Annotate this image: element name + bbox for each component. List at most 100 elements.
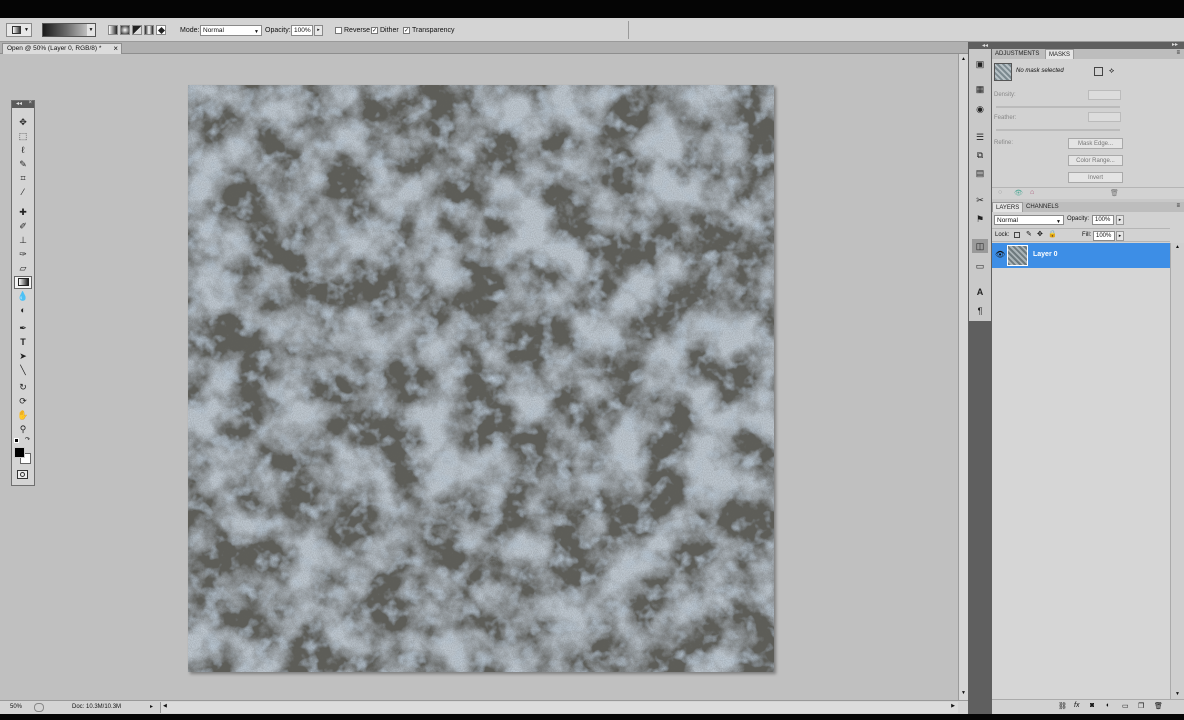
- document-tab[interactable]: Open @ 50% (Layer 0, RGB/8) * ×: [2, 43, 122, 54]
- new-layer-icon[interactable]: ❐: [1138, 702, 1144, 710]
- hand-tool-icon[interactable]: ✋: [14, 409, 32, 422]
- dither-checkbox[interactable]: ✓: [371, 27, 378, 34]
- eraser-tool-icon[interactable]: ▱: [14, 262, 32, 275]
- scroll-up-icon[interactable]: ▲: [961, 56, 966, 62]
- panel-menu-icon[interactable]: ≡: [1176, 203, 1180, 209]
- 3d-rotate-tool-icon[interactable]: ↻: [14, 381, 32, 394]
- tool-preset-picker[interactable]: ▼: [6, 23, 32, 37]
- collapse-icon[interactable]: ▸▸: [1172, 41, 1178, 48]
- pixel-mask-icon[interactable]: [1094, 67, 1103, 76]
- quick-select-tool-icon[interactable]: ✎: [14, 158, 32, 171]
- brush-tool-icon[interactable]: ✐: [14, 220, 32, 233]
- tab-layers[interactable]: LAYERS: [992, 202, 1024, 212]
- layers-scrollbar[interactable]: ▲ ▼: [1170, 243, 1184, 699]
- lock-all-icon[interactable]: 🔒: [1048, 230, 1057, 238]
- reverse-checkbox[interactable]: [335, 27, 342, 34]
- default-colors-icon[interactable]: [14, 438, 19, 443]
- status-info-icon[interactable]: [34, 703, 44, 712]
- collapse-icon[interactable]: ◂◂: [982, 42, 988, 49]
- load-selection-icon[interactable]: ○: [998, 189, 1002, 196]
- info-panel-icon[interactable]: ▤: [972, 166, 988, 180]
- layer-opacity-slider-button[interactable]: ▸: [1116, 215, 1124, 225]
- transparency-checkbox[interactable]: ✓: [403, 27, 410, 34]
- line-tool-icon[interactable]: ╲: [14, 364, 32, 377]
- history-brush-tool-icon[interactable]: ✑: [14, 248, 32, 261]
- brushes-panel-icon[interactable]: ✂: [972, 193, 988, 207]
- disable-mask-icon[interactable]: ⌂: [1030, 189, 1034, 196]
- layers-panel-icon[interactable]: ◫: [972, 239, 988, 253]
- horizontal-scrollbar[interactable]: ◀ ▶: [160, 702, 958, 713]
- linear-gradient-button[interactable]: [108, 25, 118, 35]
- status-menu-arrow-icon[interactable]: ▸: [150, 703, 153, 710]
- density-field[interactable]: [1088, 90, 1121, 100]
- angle-gradient-button[interactable]: [132, 25, 142, 35]
- density-slider[interactable]: [996, 106, 1120, 108]
- scroll-up-icon[interactable]: ▲: [1175, 244, 1180, 250]
- vector-mask-icon[interactable]: ⟡: [1109, 66, 1114, 76]
- diamond-gradient-button[interactable]: [156, 25, 166, 35]
- pen-tool-icon[interactable]: ✒: [14, 322, 32, 335]
- scroll-down-icon[interactable]: ▼: [961, 690, 966, 696]
- clone-stamp-tool-icon[interactable]: ⊥: [14, 234, 32, 247]
- zoom-tool-icon[interactable]: ⚲: [14, 423, 32, 436]
- delete-mask-icon[interactable]: 🗑: [1110, 189, 1119, 197]
- gradient-picker[interactable]: ▼: [42, 23, 96, 37]
- quick-mask-icon[interactable]: [17, 470, 28, 479]
- radial-gradient-button[interactable]: [120, 25, 130, 35]
- healing-brush-tool-icon[interactable]: ✚: [14, 206, 32, 219]
- vertical-scrollbar[interactable]: ▲ ▼: [958, 54, 968, 700]
- mask-edge-button[interactable]: Mask Edge...: [1068, 138, 1123, 149]
- path-select-tool-icon[interactable]: ➤: [14, 350, 32, 363]
- fill-slider-button[interactable]: ▸: [1116, 231, 1124, 241]
- add-mask-icon[interactable]: ◙: [1090, 702, 1094, 709]
- move-tool-icon[interactable]: ✥: [14, 116, 32, 129]
- 3d-orbit-tool-icon[interactable]: ⟳: [14, 395, 32, 408]
- tab-adjustments[interactable]: ADJUSTMENTS: [992, 49, 1042, 59]
- lock-transparency-icon[interactable]: [1014, 232, 1020, 238]
- clone-source-panel-icon[interactable]: ⚑: [972, 212, 988, 226]
- scroll-down-icon[interactable]: ▼: [1175, 691, 1180, 697]
- layer-style-icon[interactable]: fx: [1074, 702, 1079, 709]
- eye-icon[interactable]: 👁: [995, 250, 1005, 259]
- eyedropper-tool-icon[interactable]: ⁄: [14, 186, 32, 199]
- opacity-input[interactable]: 100%: [291, 25, 313, 36]
- document-image[interactable]: [188, 85, 774, 672]
- scroll-right-icon[interactable]: ▶: [951, 703, 955, 709]
- character-panel-icon[interactable]: A: [972, 285, 988, 299]
- tab-masks[interactable]: MASKS: [1045, 49, 1075, 59]
- feather-field[interactable]: [1088, 112, 1121, 122]
- foreground-color-swatch[interactable]: [14, 447, 25, 458]
- crop-tool-icon[interactable]: ⌗: [14, 172, 32, 185]
- swap-colors-icon[interactable]: ↷: [25, 436, 30, 443]
- tab-channels[interactable]: CHANNELS: [1023, 202, 1062, 212]
- reflected-gradient-button[interactable]: [144, 25, 154, 35]
- close-tab-button[interactable]: ×: [113, 44, 118, 54]
- close-icon[interactable]: ×: [28, 100, 32, 106]
- adjustment-layer-icon[interactable]: ◐: [1106, 702, 1110, 709]
- panel-menu-icon[interactable]: ≡: [1176, 50, 1180, 56]
- collapse-icon[interactable]: ◂◂: [16, 100, 22, 107]
- mask-thumbnail[interactable]: [994, 63, 1012, 81]
- delete-layer-icon[interactable]: 🗑: [1154, 702, 1163, 710]
- dodge-tool-icon[interactable]: ◐: [14, 304, 32, 317]
- swatches-panel-icon[interactable]: ▦: [972, 82, 988, 96]
- gradient-tool-icon[interactable]: [14, 276, 32, 289]
- color-range-button[interactable]: Color Range...: [1068, 155, 1123, 166]
- zoom-level[interactable]: 50%: [10, 704, 22, 710]
- channels-panel-icon[interactable]: ▭: [972, 259, 988, 273]
- layer-name[interactable]: Layer 0: [1033, 251, 1058, 258]
- feather-slider[interactable]: [996, 129, 1120, 131]
- adjustments-panel-icon[interactable]: ☰: [972, 130, 988, 144]
- link-layers-icon[interactable]: ⛓: [1058, 702, 1067, 710]
- lock-position-icon[interactable]: ✥: [1037, 230, 1043, 238]
- paragraph-panel-icon[interactable]: ¶: [972, 304, 988, 318]
- masks-panel-icon[interactable]: ⧉: [972, 148, 988, 162]
- tools-panel-header[interactable]: ◂◂ ×: [12, 100, 34, 108]
- mode-select[interactable]: Normal ▼: [200, 25, 262, 36]
- scroll-left-icon[interactable]: ◀: [163, 703, 167, 709]
- opacity-slider-button[interactable]: ▸: [314, 25, 323, 36]
- type-tool-icon[interactable]: T: [14, 336, 32, 349]
- blend-mode-select[interactable]: Normal ▼: [994, 215, 1064, 225]
- apply-mask-icon[interactable]: 👁: [1014, 189, 1023, 197]
- styles-panel-icon[interactable]: ◉: [972, 102, 988, 116]
